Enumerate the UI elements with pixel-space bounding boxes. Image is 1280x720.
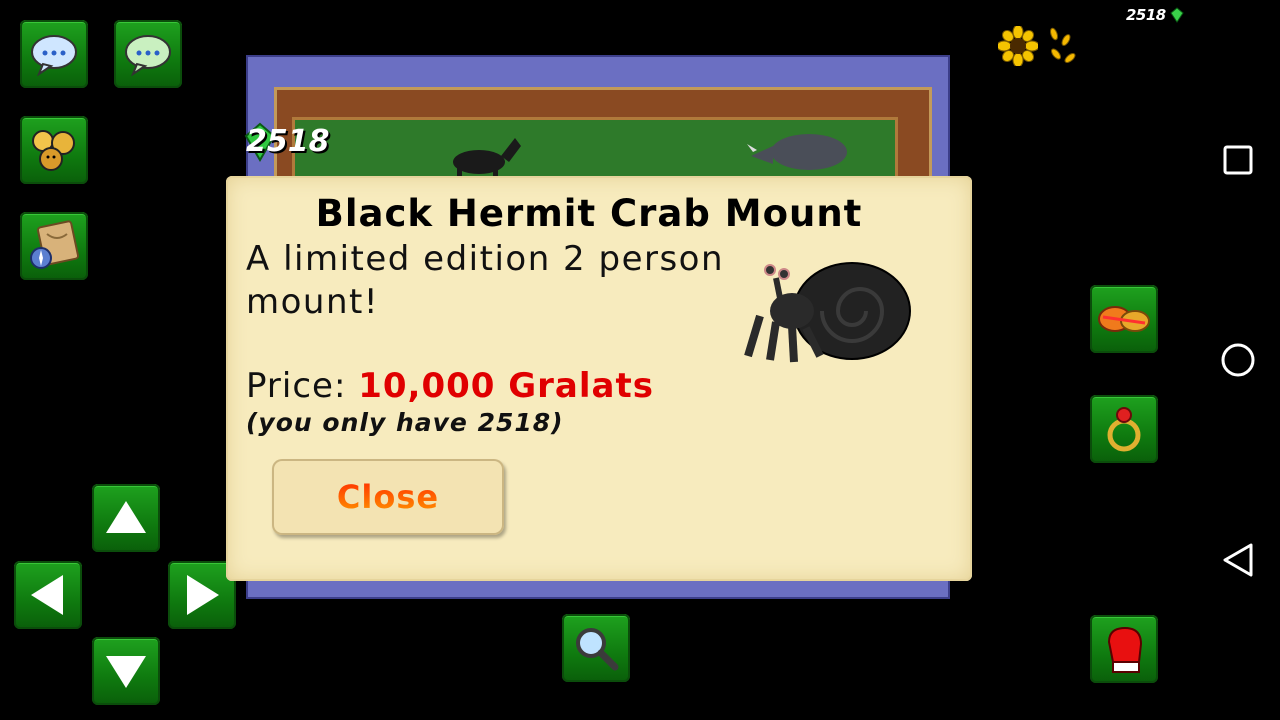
balance-note: (you only have 2518) bbox=[246, 408, 564, 437]
chat-bubble-green-icon bbox=[125, 35, 171, 76]
nav-back-button[interactable] bbox=[1218, 540, 1258, 580]
seeds-icon bbox=[1050, 27, 1076, 63]
price-line: Price: 10,000 Gralats bbox=[246, 366, 654, 406]
arrow-up-icon bbox=[106, 501, 146, 533]
glove-icon bbox=[1107, 626, 1143, 673]
hermit-crab-image bbox=[740, 256, 915, 370]
sunflower-icon bbox=[998, 26, 1038, 66]
bomb-item-icon bbox=[1098, 306, 1150, 332]
dpad-up-button[interactable] bbox=[92, 484, 160, 552]
gralat-balance: 2518 bbox=[1126, 6, 1185, 24]
grab-button[interactable] bbox=[1090, 615, 1158, 683]
players-button[interactable] bbox=[20, 116, 88, 184]
search-button[interactable] bbox=[562, 614, 630, 682]
dpad-down-button[interactable] bbox=[92, 637, 160, 705]
chat-bubble-icon bbox=[31, 35, 77, 76]
players-icon bbox=[32, 130, 75, 171]
dialog-title: Black Hermit Crab Mount bbox=[315, 192, 863, 235]
item-button[interactable] bbox=[1090, 285, 1158, 353]
triangle-back-icon bbox=[1223, 543, 1253, 577]
nav-home-button[interactable] bbox=[1218, 340, 1258, 380]
chat-button[interactable] bbox=[20, 20, 88, 88]
map-button[interactable] bbox=[20, 212, 88, 280]
circle-icon bbox=[1221, 343, 1255, 377]
map-gralat-counter: 2518 bbox=[246, 124, 330, 159]
guild-chat-button[interactable] bbox=[114, 20, 182, 88]
dpad-left-button[interactable] bbox=[14, 561, 82, 629]
purchase-dialog: Black Hermit Crab Mount A limited editio… bbox=[226, 176, 972, 581]
rhino-icon bbox=[747, 134, 847, 170]
nav-recents-button[interactable] bbox=[1218, 140, 1258, 180]
price-value: 10,000 Gralats bbox=[358, 366, 654, 406]
gralat-balance-value: 2518 bbox=[1126, 6, 1166, 24]
gralat-gem-icon bbox=[1170, 7, 1184, 23]
close-button[interactable]: Close bbox=[272, 459, 504, 535]
hermit-crab-icon bbox=[744, 262, 911, 363]
square-icon bbox=[1223, 145, 1253, 175]
price-label: Price: bbox=[246, 366, 347, 406]
dialog-description: A limited edition 2 person mount! bbox=[246, 239, 725, 322]
arrow-down-icon bbox=[106, 656, 146, 688]
arrow-right-icon bbox=[187, 575, 219, 615]
close-button-label: Close bbox=[336, 478, 440, 516]
ring-button[interactable] bbox=[1090, 395, 1158, 463]
ring-icon bbox=[1107, 407, 1141, 452]
magnifier-icon bbox=[576, 628, 619, 671]
arrow-left-icon bbox=[31, 575, 63, 615]
map-compass-icon bbox=[30, 220, 80, 269]
